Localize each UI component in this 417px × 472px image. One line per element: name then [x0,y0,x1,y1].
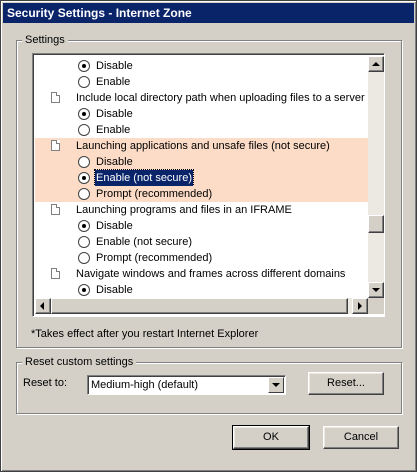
setting-option-label[interactable]: Disable [95,58,134,74]
reset-group-label: Reset custom settings [22,356,137,369]
settings-list[interactable]: Disable Enable Include local directory pat… [32,53,385,317]
setting-category-label: Navigate windows and frames across diffe… [76,268,346,280]
settings-rows: Disable Enable Include local directory pat… [35,56,368,298]
setting-category[interactable]: Launching applications and unsafe files … [35,138,368,154]
radio-checked-icon[interactable] [78,172,90,184]
setting-option-label[interactable]: Enable [95,122,131,138]
setting-option[interactable]: Disable [35,106,368,122]
setting-option-label[interactable]: Disable [95,218,134,234]
radio-unchecked-icon[interactable] [78,252,90,264]
scroll-down-button[interactable] [368,282,384,298]
setting-option[interactable]: Disable [35,58,368,74]
setting-option[interactable]: Enable (not secure) [35,169,368,187]
setting-option-label[interactable]: Disable [95,106,134,122]
setting-category[interactable]: Include local directory path when upload… [35,90,368,106]
vertical-scrollbar[interactable] [368,56,384,298]
radio-unchecked-icon[interactable] [78,188,90,200]
reset-button-label: Reset... [327,377,365,389]
setting-option-label[interactable]: Disable [95,282,134,298]
setting-category[interactable]: Launching programs and files in an IFRAM… [35,202,368,218]
setting-option[interactable]: Enable [35,122,368,138]
window-title: Security Settings - Internet Zone [7,6,192,20]
document-icon [51,92,60,103]
radio-checked-icon[interactable] [78,60,90,72]
setting-category-label: Launching applications and unsafe files … [76,140,330,152]
document-icon [51,204,60,215]
radio-unchecked-icon[interactable] [78,236,90,248]
scroll-right-button[interactable] [352,298,368,314]
cancel-button-label: Cancel [343,431,379,443]
setting-option-label[interactable]: Prompt (recommended) [95,250,213,266]
vertical-scroll-thumb[interactable] [368,215,384,233]
scroll-up-button[interactable] [368,56,384,72]
ok-button-label: OK [263,431,279,443]
radio-unchecked-icon[interactable] [78,76,90,88]
document-icon [51,268,60,279]
cancel-button[interactable]: Cancel [323,426,399,449]
setting-option-label[interactable]: Disable [95,154,134,170]
scrollbar-corner [368,298,384,314]
setting-option[interactable]: Disable [35,154,368,170]
radio-unchecked-icon[interactable] [78,124,90,136]
setting-option[interactable]: Disable [35,218,368,234]
radio-checked-icon[interactable] [78,284,90,296]
radio-checked-icon[interactable] [78,220,90,232]
horizontal-scrollbar[interactable] [35,298,368,314]
setting-option-label[interactable]: Prompt (recommended) [95,186,213,202]
setting-option[interactable]: Enable (not secure) [35,234,368,250]
setting-category[interactable]: Navigate windows and frames across diffe… [35,266,368,282]
setting-option-label[interactable]: Enable [95,74,131,90]
reset-button[interactable]: Reset... [308,372,384,395]
setting-option[interactable]: Prompt (recommended) [35,186,368,202]
setting-category-label: Include local directory path when upload… [76,92,365,104]
reset-to-dropdown[interactable]: Medium-high (default) [87,375,286,395]
document-icon [51,140,60,151]
reset-to-label: Reset to: [23,377,68,389]
setting-option-label[interactable]: Enable (not secure) [94,169,194,187]
scroll-left-button[interactable] [35,298,51,314]
settings-group-label: Settings [22,34,68,47]
horizontal-scroll-thumb[interactable] [51,298,348,314]
setting-option[interactable]: Disable [35,282,368,298]
setting-option[interactable]: Prompt (recommended) [35,250,368,266]
security-settings-dialog: Security Settings - Internet Zone Settin… [0,0,417,472]
restart-note: *Takes effect after you restart Internet… [31,328,259,340]
radio-unchecked-icon[interactable] [78,156,90,168]
radio-checked-icon[interactable] [78,108,90,120]
setting-option-label[interactable]: Enable (not secure) [95,234,193,250]
chevron-down-icon[interactable] [268,377,284,393]
setting-category-label: Launching programs and files in an IFRAM… [76,204,292,216]
reset-to-value: Medium-high (default) [91,379,198,391]
ok-button[interactable]: OK [232,425,310,450]
setting-option[interactable]: Enable [35,74,368,90]
title-bar[interactable]: Security Settings - Internet Zone [3,3,414,23]
